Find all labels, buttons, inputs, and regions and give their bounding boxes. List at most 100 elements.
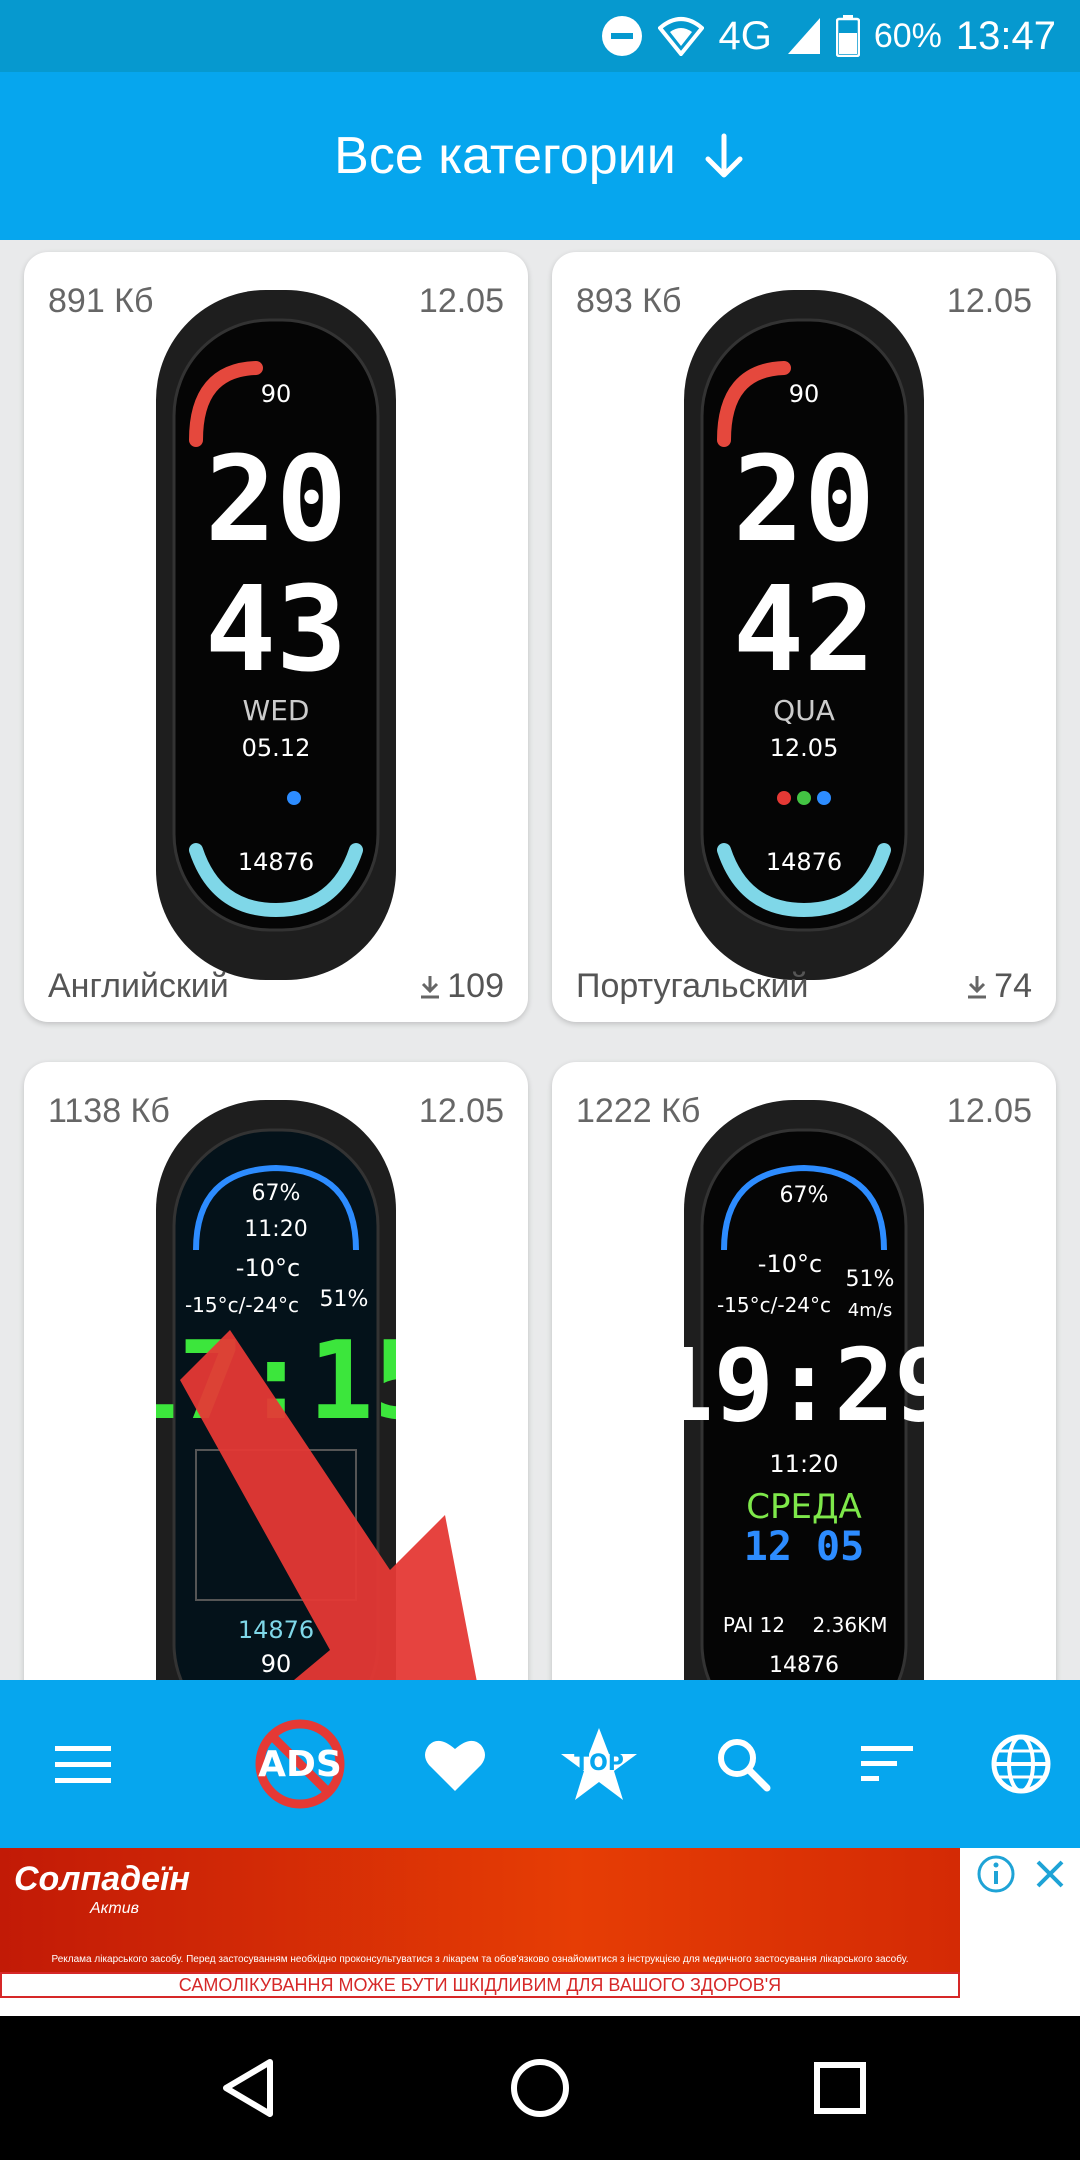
ad-creative[interactable]: Солпадеїн Актив Реклама лікарського засо… — [0, 1848, 960, 1998]
top-button[interactable]: TOP — [544, 1680, 654, 1848]
watchface-preview: 90 20 42 QUA 12.05 14876 — [684, 290, 924, 980]
face-range: -15°c/-24°c — [185, 1293, 299, 1317]
bottom-toolbar: ADS TOP — [0, 1680, 1080, 1848]
watchface-card[interactable]: 891 Кб 12.05 90 20 43 WED 05.12 14876 Ан… — [24, 252, 528, 1022]
ad-banner[interactable]: Солпадеїн Актив Реклама лікарського засо… — [0, 1848, 1080, 2016]
face-range: -15°c/-24°c — [717, 1293, 831, 1317]
download-value: 109 — [447, 967, 504, 1005]
menu-button[interactable] — [28, 1680, 138, 1848]
face-humidity: 51% — [320, 1287, 369, 1312]
sort-icon — [861, 1746, 913, 1781]
top-star-icon: TOP — [561, 1728, 637, 1800]
face-hour: 20 — [733, 430, 875, 568]
face-battery: 67% — [780, 1183, 829, 1208]
language-button[interactable] — [966, 1680, 1076, 1848]
download-icon — [968, 975, 987, 998]
hamburger-icon — [55, 1746, 111, 1783]
status-bar: 4G 60% 13:47 — [0, 0, 1080, 72]
remove-ads-button[interactable]: ADS — [245, 1680, 355, 1848]
face-date: 12.05 — [770, 734, 839, 762]
face-steps: 14876 — [238, 1616, 314, 1644]
top-label: TOP — [574, 1751, 624, 1776]
face-distance: 2.36KM — [813, 1613, 888, 1637]
recents-square-icon — [814, 2062, 866, 2114]
battery-icon — [835, 15, 860, 57]
back-triangle-icon — [223, 2059, 273, 2117]
file-size: 893 Кб — [576, 282, 682, 320]
network-type: 4G — [718, 13, 772, 58]
watchface-preview: 90 20 43 WED 05.12 14876 — [156, 290, 396, 980]
face-day: СРЕДА — [746, 1487, 862, 1527]
heart-icon — [425, 1740, 485, 1791]
upload-date: 12.05 — [418, 1092, 504, 1130]
face-steps: 14876 — [769, 1653, 839, 1678]
recents-button[interactable] — [804, 2052, 876, 2124]
face-steps: 14876 — [766, 848, 842, 876]
face-time: 17:15 — [156, 1319, 396, 1444]
search-icon — [718, 1739, 771, 1792]
face-temp: -10°c — [758, 1250, 822, 1278]
watchface-card[interactable]: 1222 Кб 12.05 67% -10°c 51% -15°c/-24°c … — [552, 1062, 1056, 1680]
clock: 13:47 — [955, 13, 1056, 58]
favorites-button[interactable] — [400, 1680, 510, 1848]
watchface-card[interactable]: 1138 Кб 12.05 67% 11:20 -10°c -15°c/-24°… — [24, 1062, 528, 1680]
do-not-disturb-icon — [600, 14, 644, 58]
download-icon — [421, 975, 440, 998]
download-count: 74 — [966, 967, 1032, 1006]
ad-brand-sub: Актив — [90, 1900, 139, 1917]
face-minute: 42 — [733, 560, 875, 698]
battery-level: 60% — [873, 16, 942, 55]
ad-disclaimer: Реклама лікарського засобу. Перед застос… — [51, 1954, 909, 1965]
ads-label: ADS — [258, 1744, 342, 1785]
language-label: Английский — [48, 967, 229, 1005]
face-alarm: 11:20 — [244, 1217, 307, 1242]
face-date: 12 05 — [744, 1524, 864, 1570]
home-button[interactable] — [504, 2052, 576, 2124]
face-pai: PAI 12 — [723, 1613, 785, 1637]
ad-info-icon[interactable] — [976, 1854, 1016, 1894]
face-humidity: 51% — [846, 1267, 895, 1292]
file-size: 891 Кб — [48, 282, 154, 320]
arrow-down-icon — [702, 132, 746, 180]
face-time: 19:29 — [684, 1327, 924, 1444]
ad-close-icon[interactable] — [1030, 1854, 1070, 1894]
face-wind: 4m/s — [848, 1300, 892, 1321]
home-circle-icon — [511, 2059, 569, 2117]
face-hour: 20 — [205, 430, 347, 568]
download-value: 74 — [994, 967, 1032, 1005]
face-heart: 90 — [261, 1650, 292, 1678]
no-ads-icon: ADS — [255, 1719, 345, 1809]
file-size: 1138 Кб — [48, 1092, 170, 1130]
file-size: 1222 Кб — [576, 1092, 701, 1130]
face-battery: 67% — [252, 1181, 301, 1206]
face-day: QUA — [773, 694, 835, 727]
signal-icon — [786, 16, 822, 56]
upload-date: 12.05 — [418, 282, 504, 320]
face-steps: 14876 — [238, 848, 314, 876]
back-button[interactable] — [212, 2052, 284, 2124]
ad-brand: Солпадеїн — [14, 1860, 191, 1898]
download-count: 109 — [419, 967, 504, 1006]
face-temp: -10°c — [236, 1254, 300, 1282]
watchface-preview: 67% -10°c 51% -15°c/-24°c 4m/s 19:29 11:… — [684, 1100, 924, 1680]
watchface-card[interactable]: 893 Кб 12.05 90 20 42 QUA 12.05 14876 По… — [552, 252, 1056, 1022]
ad-warning: САМОЛІКУВАННЯ МОЖЕ БУТИ ШКІДЛИВИМ ДЛЯ ВА… — [0, 1972, 960, 1998]
category-title: Все категории — [334, 127, 676, 185]
sort-button[interactable] — [832, 1680, 942, 1848]
watchface-preview: 67% 11:20 -10°c -15°c/-24°c 51% 17:15 14… — [156, 1100, 396, 1680]
face-minute: 43 — [205, 560, 347, 698]
language-label: Португальский — [576, 967, 809, 1005]
upload-date: 12.05 — [946, 282, 1032, 320]
face-top: 90 — [789, 380, 820, 408]
wifi-hotspot-icon — [658, 16, 705, 56]
face-day: WED — [243, 694, 310, 727]
watchface-grid: 891 Кб 12.05 90 20 43 WED 05.12 14876 Ан… — [0, 240, 1080, 1680]
upload-date: 12.05 — [946, 1092, 1032, 1130]
face-date: 05.12 — [242, 734, 311, 762]
globe-icon — [991, 1734, 1051, 1794]
category-selector[interactable]: Все категории — [0, 72, 1080, 240]
face-alarm: 11:20 — [769, 1450, 838, 1478]
system-nav-bar — [0, 2016, 1080, 2160]
search-button[interactable] — [688, 1680, 798, 1848]
face-top: 90 — [261, 380, 292, 408]
